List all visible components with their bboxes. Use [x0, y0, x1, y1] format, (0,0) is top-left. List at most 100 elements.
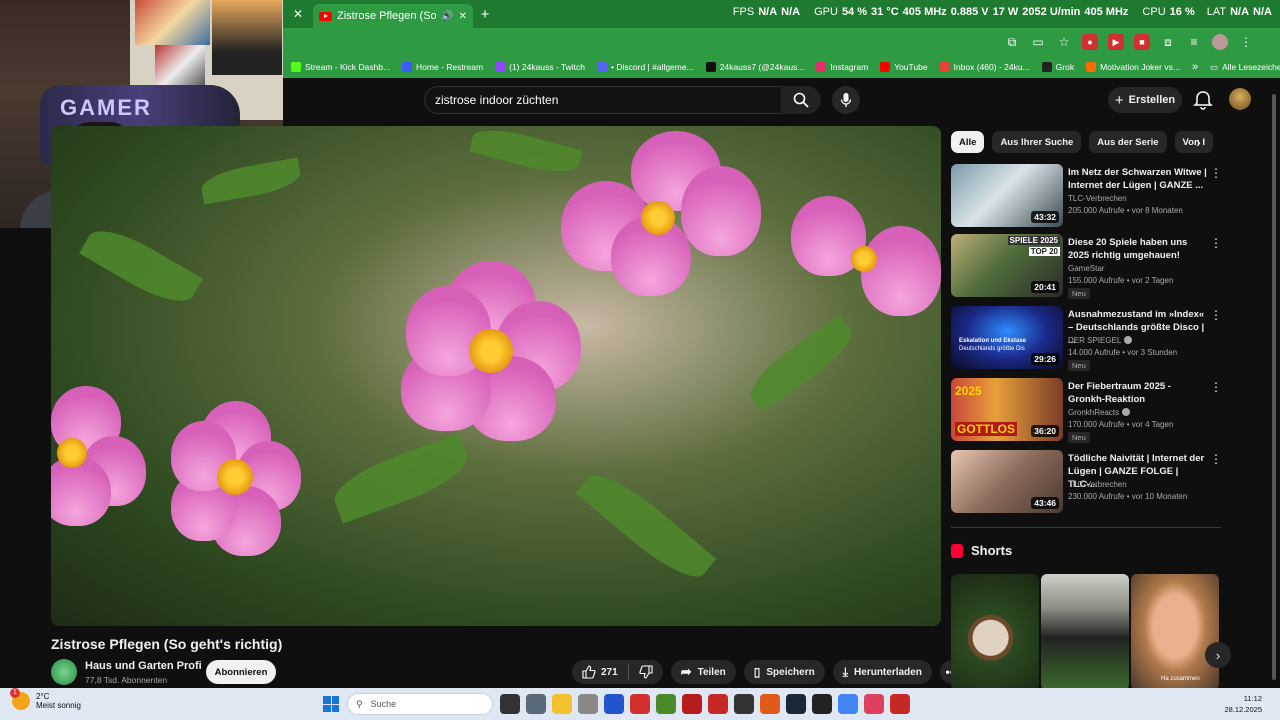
bookmark-item[interactable]: Instagram — [816, 62, 868, 72]
bookmark-item[interactable]: Home - Restream — [402, 62, 483, 72]
app-icon[interactable] — [890, 694, 910, 714]
vivaldi-icon[interactable] — [604, 694, 624, 714]
recommendation-meta: 205.000 Aufrufe • vor 8 Monaten — [1068, 206, 1183, 215]
cast-icon[interactable]: ▭ — [1030, 34, 1046, 50]
bookmark-item[interactable]: (1) 24kauss - Twitch — [495, 62, 585, 72]
bookmark-item[interactable]: 24kauss7 (@24kaus... — [705, 62, 804, 72]
channel-name[interactable]: Haus und Garten Profi — [85, 660, 202, 672]
windows-start-icon[interactable] — [323, 696, 339, 712]
notifications-bell-icon[interactable] — [1192, 89, 1214, 111]
recommendation-item[interactable]: Eskalation und Ekstase Deutschlands größt… — [951, 306, 1222, 372]
obs-icon[interactable] — [734, 694, 754, 714]
close-icon[interactable]: ✕ — [459, 11, 467, 22]
calculator-icon[interactable] — [526, 694, 546, 714]
like-button[interactable]: 271 — [572, 660, 628, 684]
save-button[interactable]: ▯ Speichern — [743, 660, 825, 684]
more-vertical-icon[interactable]: ⋮ — [1210, 380, 1222, 394]
opera-icon[interactable] — [864, 694, 884, 714]
search-button[interactable] — [781, 86, 821, 114]
more-vertical-icon[interactable]: ⋮ — [1210, 452, 1222, 466]
vpn-icon[interactable] — [630, 694, 650, 714]
short-thumbnail[interactable] — [951, 574, 1039, 690]
steam-icon[interactable] — [786, 694, 806, 714]
filter-chip[interactable]: Aus Ihrer Suche — [992, 131, 1082, 153]
search-input[interactable]: zistrose indoor züchten ✕ — [424, 86, 810, 114]
bookmark-star-icon[interactable]: ☆ — [1056, 34, 1072, 50]
recommendation-title[interactable]: Im Netz der Schwarzen Witwe | Internet d… — [1068, 166, 1208, 192]
all-bookmarks-button[interactable]: ▭ Alle Lesezeichen — [1210, 62, 1280, 73]
mouse-app-icon[interactable] — [578, 694, 598, 714]
epic-games-icon[interactable] — [812, 694, 832, 714]
gpu-power: 17 W — [992, 6, 1019, 18]
more-vertical-icon[interactable]: ⋮ — [1210, 308, 1222, 322]
browser-icon[interactable] — [760, 694, 780, 714]
account-avatar[interactable] — [1229, 88, 1251, 110]
recommendation-thumbnail[interactable]: 43:32 — [951, 164, 1063, 227]
app-icon[interactable] — [682, 694, 702, 714]
system-clock[interactable]: 11:12 28.12.2025 — [1224, 693, 1262, 715]
profile-avatar[interactable] — [1212, 34, 1228, 50]
recommendation-channel[interactable]: GronkhReacts — [1068, 408, 1131, 417]
recommendation-meta: 14.000 Aufrufe • vor 3 Stunden — [1068, 348, 1178, 357]
task-view-icon[interactable] — [500, 694, 520, 714]
recommendation-channel[interactable]: TLC-Verbrechen — [1068, 480, 1127, 489]
dislike-button[interactable] — [629, 660, 663, 684]
voice-search-button[interactable] — [832, 86, 860, 114]
subscriber-count: 77,8 Tsd. Abonnenten — [85, 675, 168, 685]
channel-avatar[interactable] — [51, 659, 77, 685]
webcam-blanket-text: GAMER — [60, 95, 152, 120]
filter-chip[interactable]: Von I — [1174, 131, 1214, 153]
more-bookmarks-icon[interactable]: » — [1192, 61, 1198, 73]
share-button[interactable]: ➦ Teilen — [670, 660, 736, 684]
recommendation-title[interactable]: Diese 20 Spiele haben uns 2025 richtig u… — [1068, 236, 1208, 262]
bookmark-item[interactable]: • Discord | #allgeme... — [597, 62, 694, 72]
tab-active[interactable]: Zistrose Pflegen (So geht's 🔊 ✕ — [313, 4, 473, 28]
more-vertical-icon[interactable]: ⋮ — [1210, 166, 1222, 180]
extension-icon[interactable]: ■ — [1134, 34, 1150, 50]
recommendation-thumbnail[interactable]: 43:46 — [951, 450, 1063, 513]
download-button[interactable]: ⤓ Herunterladen — [832, 660, 932, 684]
recommendation-channel[interactable]: DER SPIEGEL — [1068, 336, 1133, 345]
bookmark-item[interactable]: Grok — [1041, 62, 1074, 72]
recommendation-channel[interactable]: GameStar — [1068, 264, 1104, 273]
recommendation-item[interactable]: 2025 GOTTLOS 36:20 Der Fiebertraum 2025 - G… — [951, 378, 1222, 444]
more-vertical-icon[interactable]: ⋮ — [1210, 236, 1222, 250]
recommendation-item[interactable]: 43:32 Im Netz der Schwarzen Witwe | Inter… — [951, 164, 1222, 230]
short-thumbnail[interactable]: Ha zusammen — [1131, 574, 1219, 690]
weather-widget[interactable]: 1 2°C Meist sonnig — [10, 688, 81, 710]
reading-list-icon[interactable]: ≡ — [1186, 34, 1202, 50]
translate-icon[interactable]: ⧉ — [1004, 34, 1020, 50]
browser-menu-icon[interactable]: ⋮ — [1238, 34, 1254, 50]
extensions-puzzle-icon[interactable]: ⧈ — [1160, 34, 1176, 50]
new-tab-button[interactable]: + — [473, 6, 497, 23]
chevron-right-icon[interactable]: › — [1196, 134, 1201, 150]
recommendation-title[interactable]: Der Fiebertraum 2025 - Gronkh-Reaktion — [1068, 380, 1208, 406]
speaker-icon[interactable]: 🔊 — [441, 11, 453, 22]
recommendation-item[interactable]: SPIELE 2025 TOP 20 20:41 Diese 20 Spiele ha… — [951, 234, 1222, 300]
bookmark-item[interactable]: Inbox (460) - 24ku... — [939, 62, 1030, 72]
short-thumbnail[interactable] — [1041, 574, 1129, 690]
shorts-next-button[interactable]: › — [1205, 642, 1231, 668]
bookmark-item[interactable]: Motivation Joker vs... — [1086, 62, 1180, 72]
recommendation-thumbnail[interactable]: Eskalation und Ekstase Deutschlands größt… — [951, 306, 1063, 369]
filter-chip[interactable]: Alle — [951, 131, 985, 153]
bookmark-item[interactable]: Stream - Kick Dashb... — [291, 62, 390, 72]
taskbar-search[interactable]: ⚲ Suche — [347, 693, 493, 715]
record-app-icon[interactable] — [708, 694, 728, 714]
recommendation-item[interactable]: 43:46 Tödliche Naivität | Internet der Lü… — [951, 450, 1222, 516]
recommendation-thumbnail[interactable]: 2025 GOTTLOS 36:20 — [951, 378, 1063, 441]
file-explorer-icon[interactable] — [552, 694, 572, 714]
recommendation-channel[interactable]: TLC-Verbrechen — [1068, 194, 1127, 203]
bookmark-item[interactable]: YouTube — [880, 62, 928, 72]
stack-app-icon[interactable] — [656, 694, 676, 714]
subscribe-button[interactable]: Abonnieren — [206, 660, 276, 684]
close-icon[interactable]: ✕ — [283, 7, 313, 21]
chrome-icon[interactable] — [838, 694, 858, 714]
recommendation-thumbnail[interactable]: SPIELE 2025 TOP 20 20:41 — [951, 234, 1063, 297]
extension-icon[interactable]: ● — [1082, 34, 1098, 50]
video-player[interactable] — [51, 126, 941, 626]
extension-icon[interactable]: ▶ — [1108, 34, 1124, 50]
create-button[interactable]: + Erstellen — [1108, 87, 1182, 113]
filter-chip[interactable]: Aus der Serie — [1089, 131, 1167, 153]
scrollbar[interactable] — [1272, 94, 1276, 680]
